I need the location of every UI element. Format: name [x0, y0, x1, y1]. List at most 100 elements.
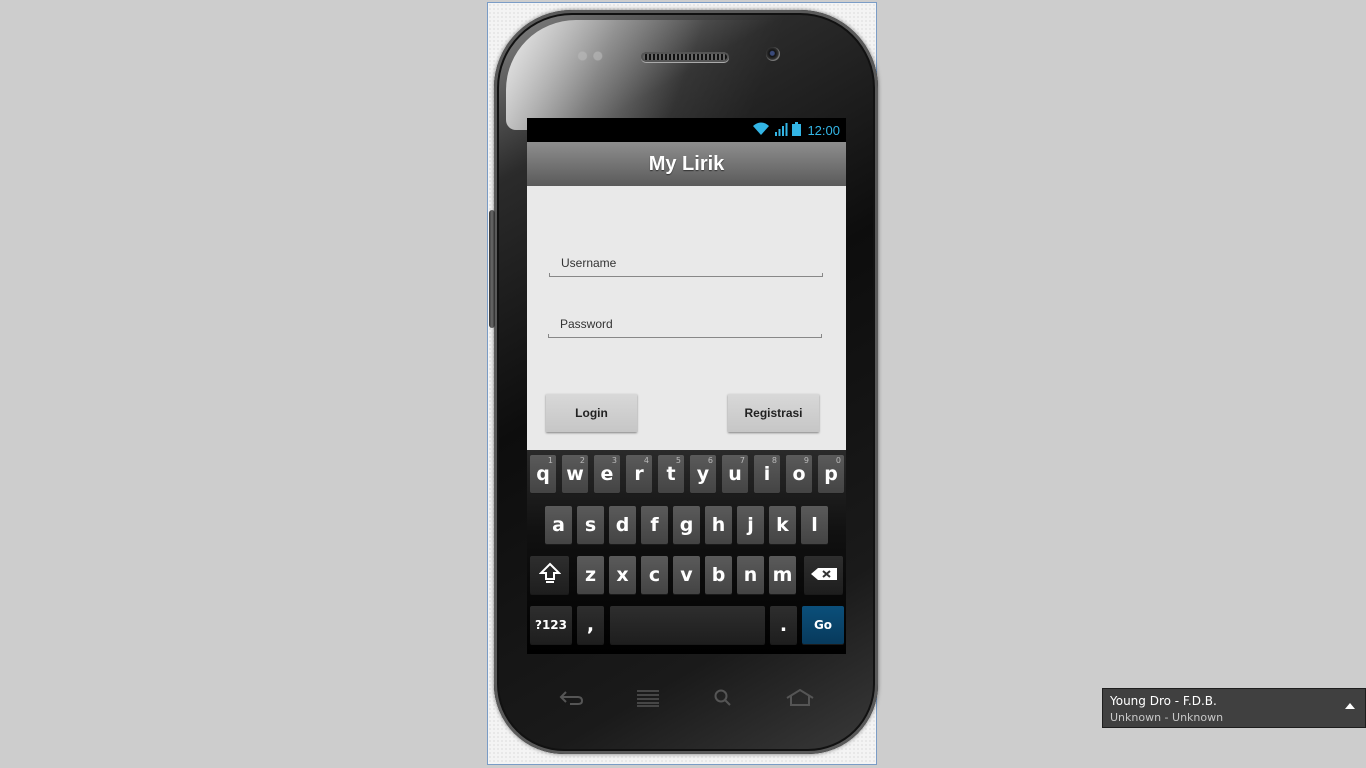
key-label: r	[634, 463, 644, 485]
key-label: a	[552, 514, 565, 536]
key-r[interactable]: r4	[626, 455, 652, 493]
comma-key[interactable]: ,	[577, 606, 604, 644]
battery-icon	[792, 121, 802, 139]
go-key[interactable]: Go	[802, 606, 844, 644]
key-e[interactable]: e3	[594, 455, 620, 493]
key-hint: 4	[643, 456, 649, 465]
search-icon[interactable]	[708, 684, 738, 712]
key-label: d	[615, 514, 630, 536]
status-bar: 12:00	[527, 118, 846, 142]
key-hint: 8	[771, 456, 777, 465]
key-label: j	[747, 514, 754, 536]
proximity-sensor	[574, 50, 608, 62]
key-a[interactable]: a	[545, 506, 572, 544]
key-c[interactable]: c	[641, 556, 668, 594]
key-hint: 5	[675, 456, 681, 465]
shift-key[interactable]	[530, 556, 569, 594]
key-z[interactable]: z	[577, 556, 604, 594]
key-hint: 3	[611, 456, 617, 465]
key-o[interactable]: o9	[786, 455, 812, 493]
key-n[interactable]: n	[737, 556, 764, 594]
key-label: f	[650, 514, 659, 536]
key-j[interactable]: j	[737, 506, 764, 544]
key-hint: 1	[547, 456, 553, 465]
key-label: p	[824, 463, 838, 485]
username-field-wrap	[549, 251, 823, 277]
key-q[interactable]: q1	[530, 455, 556, 493]
login-button[interactable]: Login	[546, 394, 637, 432]
space-key[interactable]	[610, 606, 765, 644]
key-p[interactable]: p0	[818, 455, 844, 493]
key-u[interactable]: u7	[722, 455, 748, 493]
key-i[interactable]: i8	[754, 455, 780, 493]
login-form: Login Registrasi	[527, 186, 846, 450]
soft-keyboard: q1w2e3r4t5y6u7i8o9p0 asdfghjkl z x c v b…	[527, 450, 846, 654]
backspace-key[interactable]	[804, 556, 843, 594]
password-field-wrap	[548, 312, 822, 338]
action-bar: My Lirik	[527, 142, 846, 186]
key-label: t	[666, 463, 676, 485]
key-w[interactable]: w2	[562, 455, 588, 493]
key-l[interactable]: l	[801, 506, 828, 544]
key-label: n	[743, 564, 758, 586]
key-d[interactable]: d	[609, 506, 636, 544]
volume-button[interactable]	[489, 210, 495, 328]
key-s[interactable]: s	[577, 506, 604, 544]
key-hint: 2	[579, 456, 585, 465]
key-b[interactable]: b	[705, 556, 732, 594]
notification-title: Young Dro - F.D.B.	[1110, 694, 1217, 708]
password-field[interactable]	[548, 312, 822, 336]
key-h[interactable]: h	[705, 506, 732, 544]
register-button[interactable]: Registrasi	[728, 394, 819, 432]
key-label: c	[648, 564, 661, 586]
notification-subtitle: Unknown - Unknown	[1110, 711, 1224, 724]
wifi-icon	[752, 122, 770, 139]
key-label: v	[680, 564, 693, 586]
key-label: s	[584, 514, 597, 536]
key-t[interactable]: t5	[658, 455, 684, 493]
key-hint: 7	[739, 456, 745, 465]
password-underline	[548, 334, 822, 338]
key-label: q	[536, 463, 550, 485]
status-icons: 12:00	[752, 121, 840, 139]
key-label: h	[711, 514, 726, 536]
key-label: b	[711, 564, 726, 586]
recent-apps-icon[interactable]	[633, 684, 663, 712]
username-field[interactable]	[549, 251, 823, 275]
key-hint: 0	[835, 456, 841, 465]
front-camera	[766, 47, 780, 61]
key-m[interactable]: m	[769, 556, 796, 594]
key-label: x	[616, 564, 629, 586]
key-hint: 9	[803, 456, 809, 465]
key-v[interactable]: v	[673, 556, 700, 594]
key-label: e	[600, 463, 614, 485]
key-label: y	[696, 463, 710, 485]
key-label: m	[772, 564, 793, 586]
key-label: l	[811, 514, 818, 536]
key-label: i	[763, 463, 771, 485]
key-k[interactable]: k	[769, 506, 796, 544]
period-key[interactable]: .	[770, 606, 797, 644]
earpiece-speaker	[641, 52, 729, 62]
key-y[interactable]: y6	[690, 455, 716, 493]
key-label: w	[566, 463, 584, 485]
username-underline	[549, 273, 823, 277]
status-time: 12:00	[807, 122, 840, 138]
signal-icon	[774, 122, 788, 139]
key-hint: 6	[707, 456, 713, 465]
backspace-icon	[810, 564, 838, 586]
phone-screen: 12:00 My Lirik Login Registrasi q1w2e3r4…	[527, 118, 846, 654]
key-label: g	[679, 514, 694, 536]
back-icon[interactable]	[556, 684, 586, 712]
symbols-key[interactable]: ?123	[530, 606, 572, 644]
now-playing-notification[interactable]: Young Dro - F.D.B. Unknown - Unknown	[1102, 688, 1366, 728]
key-f[interactable]: f	[641, 506, 668, 544]
expand-arrow-icon[interactable]	[1345, 703, 1355, 709]
home-icon[interactable]	[785, 684, 815, 712]
key-label: z	[584, 564, 597, 586]
key-label: o	[792, 463, 806, 485]
key-x[interactable]: x	[609, 556, 636, 594]
key-label: u	[728, 463, 742, 485]
nav-bar	[527, 684, 847, 712]
key-g[interactable]: g	[673, 506, 700, 544]
